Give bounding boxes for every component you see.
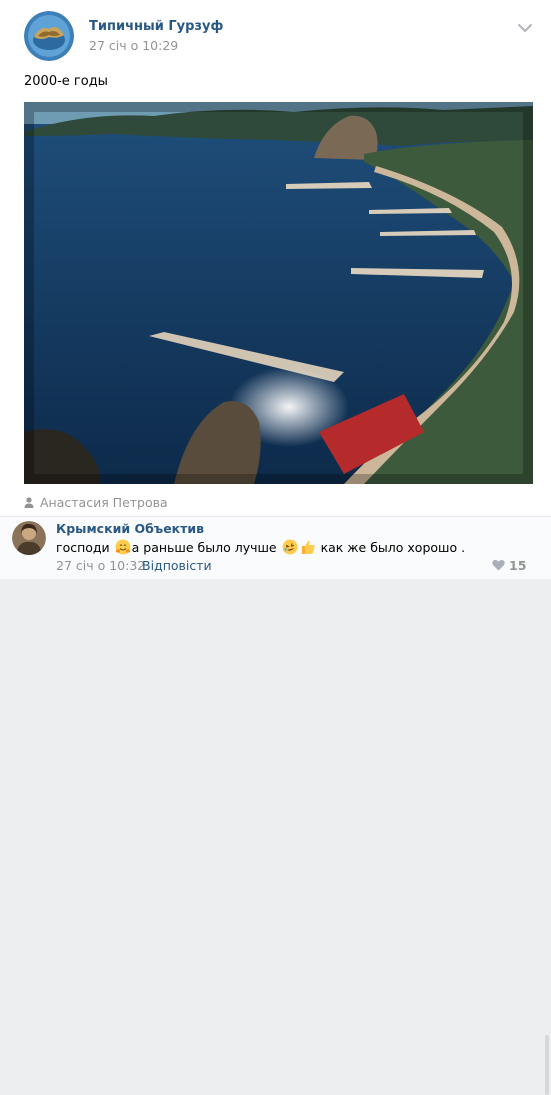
post-card: Типичный Гурзуф 27 січ о 10:29 2000-е го… [0, 0, 551, 1095]
thumbs-up-icon [300, 539, 316, 555]
like-count: 15 [509, 558, 527, 573]
rolling-laughing-icon [282, 539, 298, 555]
comment-text: господи а раньше было лучше как же было … [56, 539, 465, 555]
post-menu-button[interactable] [515, 20, 535, 36]
comments-section: Крымский Объектив господи а раньше было … [0, 516, 551, 1095]
like-button[interactable]: 15 [492, 558, 526, 573]
post-source[interactable]: Анастасия Петрова [24, 495, 168, 510]
commenter-avatar[interactable] [12, 521, 46, 555]
community-name[interactable]: Типичный Гурзуф [89, 19, 223, 34]
reply-link[interactable]: Відповісти [142, 558, 212, 573]
scrollbar[interactable] [545, 1035, 549, 1095]
person-icon [24, 496, 34, 508]
post-photo[interactable] [14, 92, 543, 494]
comment-text-part1: господи [56, 540, 114, 555]
comment-text-part2: а раньше было лучше [131, 540, 281, 555]
post-text: 2000-е годы [24, 74, 108, 89]
community-avatar[interactable] [24, 11, 74, 61]
hugging-face-icon [115, 539, 131, 555]
comment-date[interactable]: 27 січ о 10:32 [56, 558, 145, 573]
chevron-down-icon [518, 24, 532, 33]
heart-icon [492, 559, 505, 571]
source-author: Анастасия Петрова [40, 495, 168, 510]
comment-author[interactable]: Крымский Объектив [56, 521, 204, 536]
comment-text-part3: как же было хорошо . [316, 540, 466, 555]
post-date[interactable]: 27 січ о 10:29 [89, 38, 178, 53]
